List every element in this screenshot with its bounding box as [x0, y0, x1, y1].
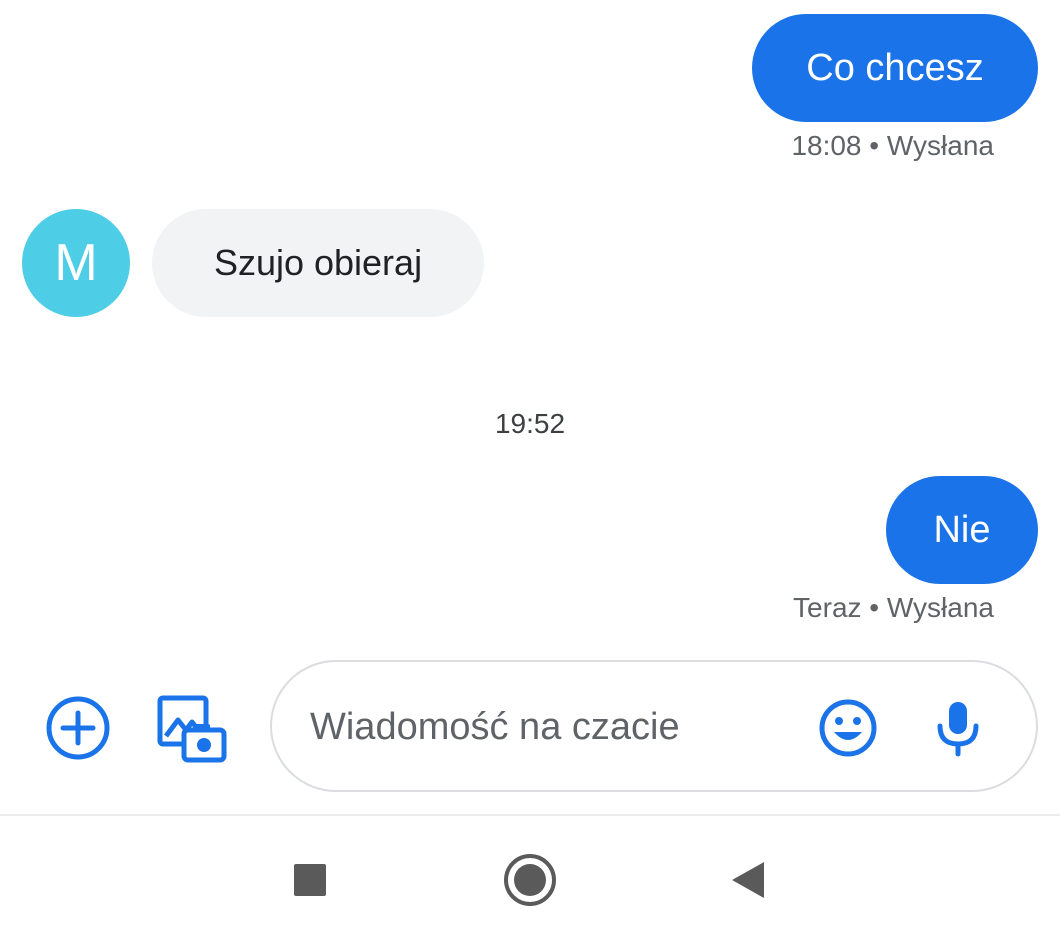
back-button[interactable] [728, 860, 768, 900]
message-text: Szujo obieraj [213, 242, 423, 283]
back-icon [732, 862, 764, 898]
gallery-button[interactable] [154, 690, 230, 766]
timestamp-separator: 19:52 [494, 408, 566, 439]
recents-icon [294, 864, 326, 896]
message-text: Co chcesz [806, 47, 984, 89]
home-button[interactable] [502, 852, 558, 908]
home-icon [504, 854, 556, 906]
gallery-camera-icon [157, 695, 227, 763]
voice-input-button[interactable] [932, 698, 984, 758]
message-status: Teraz • Wysłana [793, 592, 994, 623]
message-status: 18:08 • Wysłana [791, 130, 994, 161]
outgoing-message-bubble[interactable]: Nie [886, 476, 1038, 584]
recents-button[interactable] [292, 862, 328, 898]
add-attachment-button[interactable] [42, 692, 114, 764]
mic-icon [937, 702, 979, 757]
message-text: Nie [933, 509, 991, 551]
emoji-button[interactable] [818, 698, 878, 758]
compose-field[interactable] [270, 660, 1038, 792]
messages-screen: Co chcesz 18:08 • Wysłana M Szujo obiera… [0, 0, 1060, 942]
message-input[interactable] [310, 692, 780, 762]
divider [0, 814, 1060, 816]
avatar-letter: M [54, 234, 98, 292]
contact-avatar[interactable]: M [22, 209, 130, 317]
add-icon [46, 696, 110, 760]
outgoing-message-bubble[interactable]: Co chcesz [752, 14, 1038, 122]
incoming-message-bubble[interactable]: Szujo obieraj [152, 209, 484, 317]
emoji-icon [819, 699, 877, 757]
